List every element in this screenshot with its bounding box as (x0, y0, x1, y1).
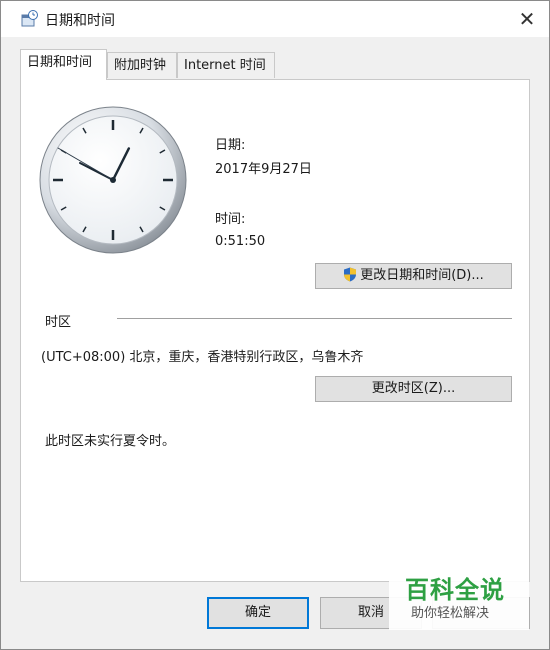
uac-shield-icon (344, 267, 357, 282)
time-label: 时间: (215, 212, 246, 227)
time-value: 0:51:50 (215, 234, 266, 249)
tab-panel: 日期: 2017年9月27日 时间: 0:51:50 更改日期和时间(D)...… (20, 79, 530, 582)
close-icon: ✕ (518, 7, 536, 31)
title-bar: 日期和时间 ✕ (1, 1, 549, 37)
clock-settings-icon (21, 10, 38, 27)
change-date-time-button[interactable]: 更改日期和时间(D)... (315, 263, 512, 289)
section-divider (117, 318, 512, 319)
tab-label: 附加时钟 (114, 58, 167, 73)
change-date-time-label: 更改日期和时间(D)... (360, 268, 484, 283)
tab-label: Internet 时间 (184, 58, 266, 73)
date-value: 2017年9月27日 (215, 162, 312, 177)
tab-internet-time[interactable]: Internet 时间 (177, 52, 275, 78)
tab-date-time[interactable]: 日期和时间 (20, 49, 107, 80)
change-timezone-button[interactable]: 更改时区(Z)... (315, 376, 512, 402)
tab-additional-clocks[interactable]: 附加时钟 (107, 52, 177, 78)
timezone-value: (UTC+08:00) 北京，重庆，香港特别行政区，乌鲁木齐 (41, 350, 364, 365)
dst-note: 此时区未实行夏令时。 (45, 434, 176, 449)
ok-label: 确定 (244, 605, 271, 620)
change-timezone-label: 更改时区(Z)... (371, 381, 456, 396)
ok-button[interactable]: 确定 (207, 597, 309, 629)
date-label: 日期: (215, 138, 246, 153)
date-time-dialog: 日期和时间 ✕ 日期和时间 附加时钟 Internet 时间 日期: 2017年… (0, 0, 550, 650)
watermark-title: 百科全说 (405, 576, 505, 604)
window-title: 日期和时间 (45, 13, 115, 29)
cancel-label: 取消 (357, 605, 384, 620)
timezone-section-label: 时区 (45, 315, 72, 330)
analog-clock (39, 106, 187, 254)
tab-label: 日期和时间 (27, 55, 93, 70)
close-button[interactable]: ✕ (511, 3, 543, 35)
watermark: 百科全说 助你轻松解决 (389, 566, 529, 630)
watermark-subtitle: 助你轻松解决 (411, 606, 490, 621)
